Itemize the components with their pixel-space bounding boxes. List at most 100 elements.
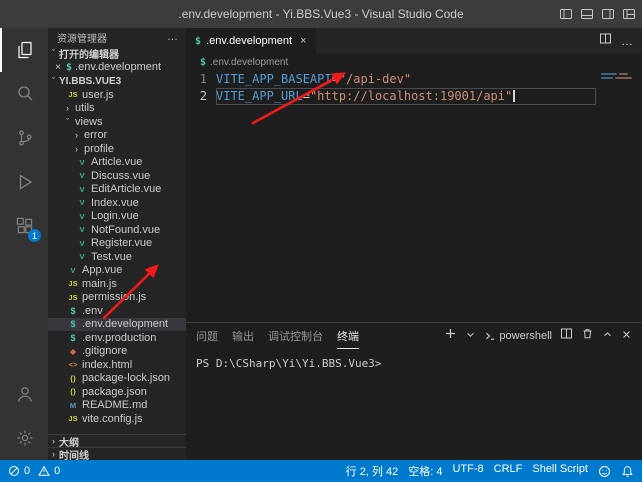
run-debug-icon[interactable] bbox=[0, 160, 48, 204]
file-label: package-lock.json bbox=[82, 372, 170, 384]
file-label: NotFound.vue bbox=[91, 224, 160, 236]
feedback-smiley-icon[interactable] bbox=[598, 465, 611, 478]
file-label: error bbox=[84, 129, 107, 141]
problems-status[interactable]: 0 0 bbox=[8, 465, 64, 477]
settings-gear-icon[interactable] bbox=[0, 416, 48, 460]
more-actions-icon[interactable]: … bbox=[621, 34, 633, 48]
tree-file-index.html[interactable]: <>index.html bbox=[48, 358, 186, 372]
tree-file-Article.vue[interactable]: VArticle.vue bbox=[48, 156, 186, 170]
panel-tab-输出[interactable]: 输出 bbox=[232, 323, 254, 349]
tree-file-Test.vue[interactable]: VTest.vue bbox=[48, 250, 186, 264]
tree-file-EditArticle.vue[interactable]: VEditArticle.vue bbox=[48, 183, 186, 197]
tree-folder-error[interactable]: ›error bbox=[48, 129, 186, 143]
open-editor-item[interactable]: × $ .env.development bbox=[48, 60, 186, 74]
tree-file-package.json[interactable]: {}package.json bbox=[48, 385, 186, 399]
panel-tab-调试控制台[interactable]: 调试控制台 bbox=[268, 323, 323, 349]
errors-icon bbox=[8, 465, 20, 477]
tree-file-vite.config.js[interactable]: JSvite.config.js bbox=[48, 412, 186, 426]
new-terminal-icon[interactable] bbox=[444, 327, 457, 345]
customize-layout-icon[interactable] bbox=[622, 7, 636, 21]
search-icon[interactable] bbox=[0, 72, 48, 116]
file-label: views bbox=[75, 116, 103, 128]
launch-profile-chevron-icon[interactable] bbox=[465, 327, 476, 345]
tree-file-package-lock.json[interactable]: {}package-lock.json bbox=[48, 372, 186, 386]
file-label: user.js bbox=[82, 89, 114, 101]
vue-file-icon: V bbox=[76, 158, 88, 167]
vue-file-icon: V bbox=[76, 185, 88, 194]
tree-file-Discuss.vue[interactable]: VDiscuss.vue bbox=[48, 169, 186, 183]
split-editor-icon[interactable] bbox=[599, 32, 612, 50]
tree-file-Index.vue[interactable]: VIndex.vue bbox=[48, 196, 186, 210]
status-right-items: 行 2, 列 42 空格: 4 UTF-8 CRLF Shell Script bbox=[346, 463, 588, 479]
panel-tab-问题[interactable]: 问题 bbox=[196, 323, 218, 349]
status-item[interactable]: 空格: 4 bbox=[408, 463, 442, 479]
js-file-icon: JS bbox=[67, 414, 79, 423]
tree-file-README.md[interactable]: MREADME.md bbox=[48, 399, 186, 413]
timeline-section-header[interactable]: › 时间线 bbox=[48, 447, 186, 460]
close-tab-icon[interactable]: × bbox=[300, 35, 306, 47]
shell-file-icon: $ bbox=[67, 306, 79, 316]
window-title: .env.development - Yi.BBS.Vue3 - Visual … bbox=[0, 7, 642, 21]
file-label: Test.vue bbox=[91, 251, 132, 263]
open-editors-header[interactable]: ˇ 打开的编辑器 bbox=[48, 46, 186, 60]
tab-bar: $ .env.development × … bbox=[186, 28, 642, 54]
tree-file-.env.production[interactable]: $.env.production bbox=[48, 331, 186, 345]
chevron-down-icon: ˇ bbox=[48, 76, 59, 86]
toggle-sidebar-icon[interactable] bbox=[559, 7, 573, 21]
tree-folder-views[interactable]: ˇviews bbox=[48, 115, 186, 129]
tree-file-.env[interactable]: $.env bbox=[48, 304, 186, 318]
chevron-down-icon: ˇ bbox=[63, 117, 72, 127]
terminal-shell-selector[interactable]: powershell bbox=[484, 330, 552, 342]
chevron-right-icon: › bbox=[48, 449, 59, 459]
editor-content[interactable]: 1VITE_APP_BASEAPI="/api-dev"2VITE_APP_UR… bbox=[186, 71, 596, 105]
kill-terminal-trash-icon[interactable] bbox=[581, 327, 594, 345]
maximize-panel-icon[interactable] bbox=[602, 327, 613, 345]
status-item[interactable]: UTF-8 bbox=[452, 463, 483, 479]
toggle-secondary-sidebar-icon[interactable] bbox=[601, 7, 615, 21]
open-editor-label: .env.development bbox=[75, 61, 161, 73]
source-control-icon[interactable] bbox=[0, 116, 48, 160]
chevron-right-icon: › bbox=[48, 436, 59, 446]
terminal-output[interactable]: PS D:\CSharp\Yi\Yi.BBS.Vue3> bbox=[186, 349, 642, 460]
status-item[interactable]: Shell Script bbox=[532, 463, 588, 479]
split-terminal-icon[interactable] bbox=[560, 327, 573, 345]
tree-file-NotFound.vue[interactable]: VNotFound.vue bbox=[48, 223, 186, 237]
file-label: profile bbox=[84, 143, 114, 155]
status-item[interactable]: CRLF bbox=[494, 463, 523, 479]
tree-file-Login.vue[interactable]: VLogin.vue bbox=[48, 210, 186, 224]
bottom-panel: 问题输出调试控制台终端 powershell bbox=[186, 322, 642, 460]
toggle-panel-icon[interactable] bbox=[580, 7, 594, 21]
panel-tab-bar: 问题输出调试控制台终端 powershell bbox=[186, 323, 642, 349]
outline-section-header[interactable]: › 大纲 bbox=[48, 434, 186, 447]
tree-folder-utils[interactable]: ›utils bbox=[48, 102, 186, 116]
account-icon[interactable] bbox=[0, 372, 48, 416]
minimap[interactable] bbox=[598, 70, 642, 322]
tree-file-.env.development[interactable]: $.env.development bbox=[48, 318, 186, 332]
chevron-right-icon: › bbox=[72, 144, 81, 154]
explorer-icon[interactable] bbox=[0, 28, 48, 72]
close-icon[interactable]: × bbox=[53, 62, 63, 73]
close-panel-icon[interactable] bbox=[621, 327, 632, 345]
status-item[interactable]: 行 2, 列 42 bbox=[346, 463, 399, 479]
tree-file-permission.js[interactable]: JSpermission.js bbox=[48, 291, 186, 305]
tree-file-user.js[interactable]: JSuser.js bbox=[48, 88, 186, 102]
vue-file-icon: V bbox=[76, 212, 88, 221]
file-label: main.js bbox=[82, 278, 117, 290]
notifications-bell-icon[interactable] bbox=[621, 465, 634, 478]
file-label: .env.development bbox=[82, 318, 168, 330]
extensions-icon[interactable]: 1 bbox=[0, 204, 48, 248]
breadcrumb[interactable]: $ .env.development bbox=[186, 54, 642, 70]
tab-env-development[interactable]: $ .env.development × bbox=[186, 28, 316, 54]
sidebar-title: 资源管理器 bbox=[57, 30, 107, 45]
shell-file-icon: $ bbox=[66, 62, 72, 73]
tree-file-App.vue[interactable]: VApp.vue bbox=[48, 264, 186, 278]
panel-tab-终端[interactable]: 终端 bbox=[337, 323, 359, 349]
tree-folder-profile[interactable]: ›profile bbox=[48, 142, 186, 156]
file-label: .env.production bbox=[82, 332, 156, 344]
more-actions-icon[interactable]: … bbox=[167, 31, 178, 43]
tree-file-main.js[interactable]: JSmain.js bbox=[48, 277, 186, 291]
md-file-icon: M bbox=[67, 401, 79, 410]
tree-file-.gitignore[interactable]: ◆.gitignore bbox=[48, 345, 186, 359]
tree-file-Register.vue[interactable]: VRegister.vue bbox=[48, 237, 186, 251]
project-root-header[interactable]: ˇ YI.BBS.VUE3 bbox=[48, 74, 186, 88]
